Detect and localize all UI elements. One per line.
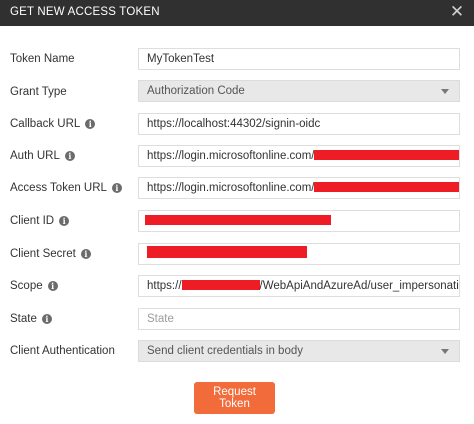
grant-type-value: Authorization Code <box>147 85 245 97</box>
access-token-url-value: https://login.microsoftonline.com/ <box>147 182 315 194</box>
token-name-label-text: Token Name <box>10 53 75 65</box>
client-id-input[interactable] <box>138 210 460 232</box>
state-input[interactable]: State <box>138 308 460 330</box>
token-name-input[interactable]: MyTokenTest <box>138 48 460 70</box>
client-authentication-label: Client Authentication <box>10 343 115 359</box>
client-secret-label: Client Secret i <box>10 246 91 262</box>
callback-url-label: Callback URL i <box>10 116 96 132</box>
info-icon[interactable]: i <box>64 151 75 161</box>
info-icon[interactable]: i <box>47 281 58 291</box>
grant-type-label-text: Grant Type <box>10 86 67 98</box>
scope-value-prefix: https:// <box>147 280 182 292</box>
dialog-title-bar: GET NEW ACCESS TOKEN ✕ <box>0 0 474 26</box>
redaction-mark <box>147 246 307 258</box>
client-id-label-text: Client ID <box>10 215 55 227</box>
access-token-url-input[interactable]: https://login.microsoftonline.com/ <box>138 177 460 199</box>
token-name-label: Token Name <box>10 51 75 67</box>
client-secret-input[interactable] <box>138 243 460 265</box>
redaction-mark <box>314 150 459 160</box>
scope-label-text: Scope <box>10 280 43 292</box>
request-token-button[interactable]: Request Token <box>194 382 275 414</box>
auth-url-label: Auth URL i <box>10 148 75 164</box>
grant-type-select[interactable]: Authorization Code <box>138 80 460 102</box>
client-id-label: Client ID i <box>10 213 70 229</box>
grant-type-label: Grant Type <box>10 84 67 100</box>
info-icon[interactable]: i <box>41 314 52 324</box>
access-token-url-label: Access Token URL i <box>10 180 122 196</box>
auth-url-label-text: Auth URL <box>10 150 60 162</box>
callback-url-label-text: Callback URL <box>10 118 81 130</box>
state-label: State i <box>10 311 52 327</box>
info-icon[interactable]: i <box>80 249 91 259</box>
redaction-mark <box>181 280 260 290</box>
scope-label: Scope i <box>10 278 58 294</box>
client-authentication-label-text: Client Authentication <box>10 345 115 357</box>
client-authentication-select[interactable]: Send client credentials in body <box>138 340 460 362</box>
client-secret-label-text: Client Secret <box>10 248 76 260</box>
chevron-down-icon <box>441 349 449 354</box>
state-label-text: State <box>10 313 37 325</box>
scope-value-suffix: /WebApiAndAzureAd/user_impersonation <box>259 280 460 292</box>
access-token-url-label-text: Access Token URL <box>10 182 107 194</box>
info-icon[interactable]: i <box>85 119 96 129</box>
callback-url-input[interactable]: https://localhost:44302/signin-oidc <box>138 113 460 135</box>
client-authentication-value: Send client credentials in body <box>147 345 303 357</box>
info-icon[interactable]: i <box>59 216 70 226</box>
auth-url-value: https://login.microsoftonline.com/ <box>147 150 315 162</box>
redaction-mark <box>314 182 459 192</box>
info-icon[interactable]: i <box>111 183 122 193</box>
chevron-down-icon <box>441 89 449 94</box>
dialog-title: GET NEW ACCESS TOKEN <box>10 6 160 18</box>
redaction-mark <box>145 215 331 225</box>
auth-url-input[interactable]: https://login.microsoftonline.com/ <box>138 145 460 167</box>
close-icon[interactable]: ✕ <box>448 3 466 21</box>
scope-input[interactable]: https:// /WebApiAndAzureAd/user_impersona… <box>138 275 460 297</box>
